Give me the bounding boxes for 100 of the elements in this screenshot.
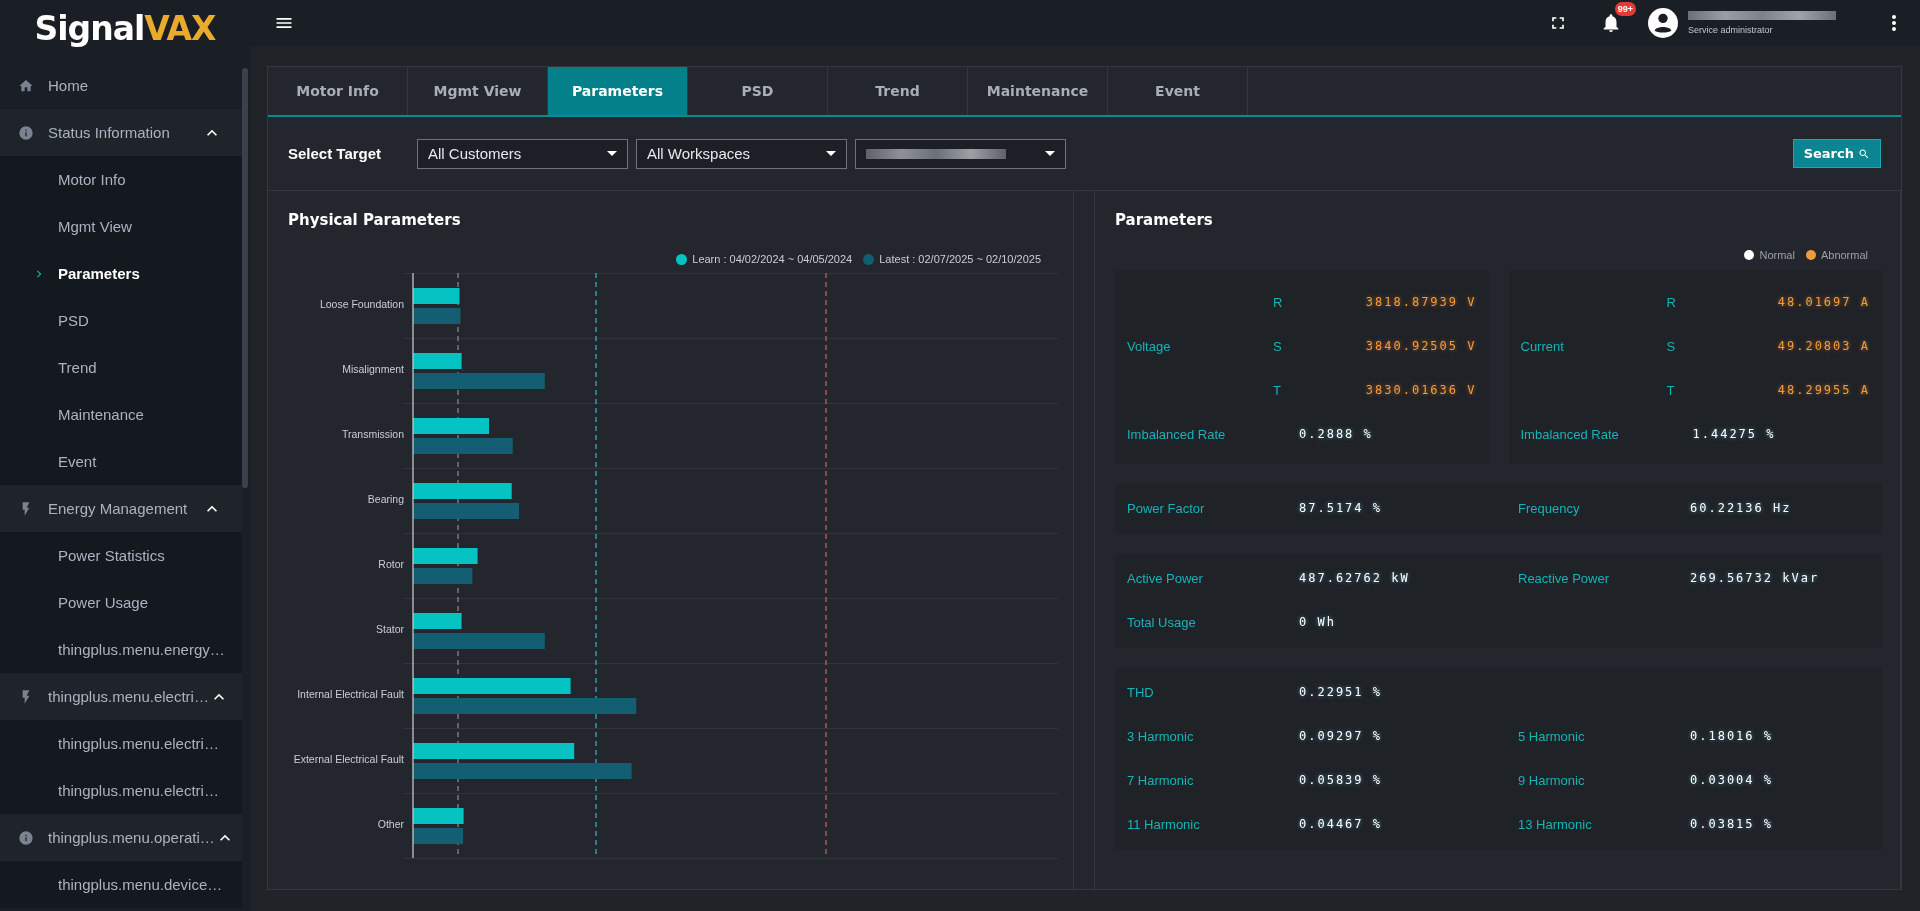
sidebar-item[interactable]: thingplus.menu.electri…	[0, 767, 242, 814]
parameter-label: Total Usage	[1127, 614, 1197, 630]
parameter-value: 60.22136 Hz	[1690, 501, 1793, 515]
search-icon	[1858, 147, 1870, 160]
sidebar-item[interactable]: Status Information	[0, 109, 242, 156]
info-icon	[18, 829, 34, 846]
home-icon	[18, 77, 34, 94]
legend-label: Latest : 02/07/2025 ~ 02/10/2025	[879, 253, 1041, 265]
dropdown[interactable]	[855, 138, 1066, 169]
sidebar-item[interactable]: Trend	[0, 344, 242, 391]
sidebar-item[interactable]: thingplus.menu.electri…	[0, 673, 242, 720]
parameter-label: Imbalanced Rate	[1520, 426, 1620, 442]
parameter-label: 5 Harmonic	[1518, 728, 1586, 744]
parameter-value: 0.22951 %	[1299, 685, 1384, 699]
notification-badge: 99+	[1614, 2, 1636, 16]
legend-label: Abnormal	[1820, 249, 1868, 261]
user-role: Service administrator	[1688, 25, 1774, 35]
parameter-value: 0.18016 %	[1690, 729, 1775, 743]
category-label: Rotor	[378, 558, 404, 570]
phase-label: R	[1273, 294, 1284, 310]
latest-bar	[413, 568, 473, 584]
parameter-value: 48.29955 A	[1776, 383, 1870, 397]
parameter-value: 269.56732 kVar	[1690, 571, 1821, 585]
parameter-value: 0 Wh	[1299, 615, 1337, 629]
dropdown[interactable]: All Customers	[417, 138, 628, 169]
parameter-value: 3818.87939 V	[1364, 295, 1477, 309]
parameter-value: 0.09297 %	[1299, 729, 1384, 743]
parameter-value: 487.62762 kW	[1299, 571, 1411, 585]
category-label: External Electrical Fault	[293, 753, 404, 765]
category-label: Other	[377, 818, 404, 830]
learn-bar	[413, 808, 464, 824]
legend-label: Learn : 04/02/2024 ~ 04/05/2024	[692, 253, 853, 265]
category-label: Misalignment	[342, 363, 404, 375]
sidebar-item[interactable]: Power Usage	[0, 579, 242, 626]
parameter-value: 0.03004 %	[1690, 773, 1775, 787]
card-title: Physical Parameters	[288, 211, 462, 229]
sidebar-item[interactable]: PSD	[0, 297, 242, 344]
latest-bar	[413, 308, 461, 324]
sidebar-item[interactable]: thingplus.menu.operati…	[0, 814, 242, 861]
sidebar-item[interactable]: Home	[0, 62, 242, 109]
info-icon	[18, 124, 34, 141]
parameter-value: 3840.92505 V	[1364, 339, 1477, 353]
learn-bar	[413, 353, 462, 369]
parameter-label: 13 Harmonic	[1518, 816, 1593, 832]
parameter-label: Imbalanced Rate	[1127, 426, 1227, 442]
parameter-label: Reactive Power	[1518, 570, 1611, 586]
sidebar-item[interactable]: thingplus.menu.energy…	[0, 626, 242, 673]
scrollbar[interactable]	[242, 68, 248, 488]
learn-bar	[413, 548, 478, 564]
logo: SignalVAX	[33, 7, 217, 50]
parameter-value: 87.5174 %	[1299, 501, 1384, 515]
sidebar-item[interactable]: Parameters	[0, 250, 242, 297]
parameter-label: 9 Harmonic	[1518, 772, 1586, 788]
sidebar-item[interactable]: Power Statistics	[0, 532, 242, 579]
phase-label: T	[1273, 382, 1282, 398]
category-label: Bearing	[367, 493, 404, 505]
legend-label: Normal	[1759, 249, 1795, 261]
parameter-value: 0.2888 %	[1299, 427, 1374, 441]
phase-label: R	[1666, 294, 1677, 310]
parameter-value: 0.04467 %	[1299, 817, 1384, 831]
parameter-label: Power Factor	[1127, 500, 1206, 516]
category-label: Internal Electrical Fault	[297, 688, 404, 700]
caret-icon	[1045, 151, 1055, 156]
parameter-label: Voltage	[1127, 338, 1172, 354]
sidebar-item[interactable]: Motor Info	[0, 156, 242, 203]
sidebar-item[interactable]: Event	[0, 438, 242, 485]
tab[interactable]: Parameters	[548, 67, 688, 115]
parameter-value: 1.44275 %	[1692, 427, 1777, 441]
sidebar-item[interactable]: Maintenance	[0, 391, 242, 438]
filter-label: Select Target	[288, 145, 383, 162]
parameter-label: THD	[1127, 684, 1155, 700]
sidebar-item[interactable]: thingplus.menu.electri…	[0, 720, 242, 767]
parameter-label: 3 Harmonic	[1127, 728, 1195, 744]
phase-label: S	[1666, 338, 1677, 354]
sidebar-item[interactable]: Energy Management	[0, 485, 242, 532]
parameter-value: 0.05839 %	[1299, 773, 1384, 787]
search-button[interactable]: Search	[1792, 139, 1881, 168]
avatar-icon	[1648, 8, 1678, 38]
category-label: Loose Foundation	[319, 298, 404, 310]
category-label: Stator	[376, 623, 404, 635]
card-title: Parameters	[1115, 211, 1214, 229]
parameter-value: 49.20803 A	[1776, 339, 1870, 353]
latest-bar	[413, 828, 464, 844]
parameter-label: Active Power	[1127, 570, 1204, 586]
sidebar-item[interactable]: Mgmt View	[0, 203, 242, 250]
parameter-label: Frequency	[1518, 500, 1581, 516]
learn-bar	[413, 288, 460, 304]
parameter-value: 3830.01636 V	[1364, 383, 1477, 397]
parameter-value: 48.01697 A	[1776, 295, 1870, 309]
category-label: Transmission	[341, 428, 404, 440]
parameter-label: 7 Harmonic	[1127, 772, 1195, 788]
phase-label: T	[1666, 382, 1676, 398]
parameter-label: 11 Harmonic	[1127, 816, 1201, 832]
parameter-value: 0.03815 %	[1690, 817, 1775, 831]
caret-icon	[826, 151, 836, 156]
caret-icon	[607, 151, 617, 156]
dropdown[interactable]: All Workspaces	[636, 138, 847, 169]
sidebar-item[interactable]: thingplus.menu.device…	[0, 861, 242, 908]
more-icon	[1892, 15, 1896, 31]
phase-label: S	[1273, 338, 1283, 354]
